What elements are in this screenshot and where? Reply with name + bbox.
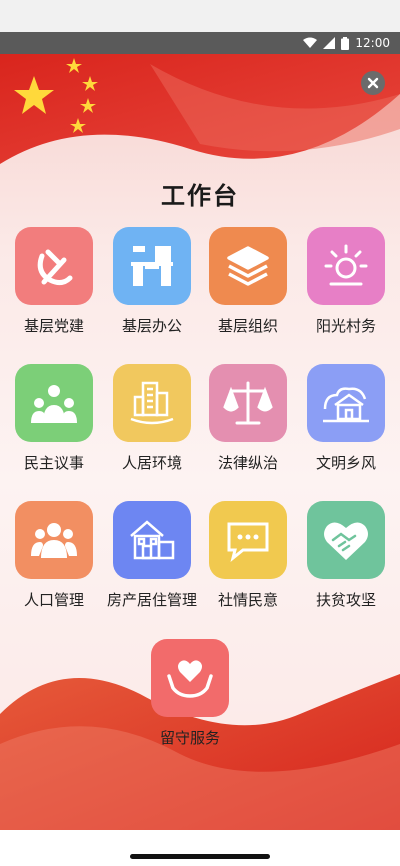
status-bar: 12:00 [0,32,400,54]
tile-label: 扶贫攻坚 [315,591,376,609]
buildings-icon [113,364,191,442]
tile-label: 基层办公 [121,317,182,335]
navigation-bar [0,830,400,866]
tile-label: 民主议事 [23,454,84,472]
tile-label: 人居环境 [121,454,182,472]
tile-label: 留守服务 [159,729,220,747]
tile-label: 房产居住管理 [106,591,197,609]
office-desk-icon [113,227,191,305]
chat-bubble-icon [209,501,287,579]
tile-label: 法律纵治 [217,454,278,472]
tile-housing[interactable]: 房产居住管理 [104,501,200,610]
tile-law[interactable]: 法律纵治 [200,364,296,473]
status-time: 12:00 [355,36,390,50]
tile-poverty-alleviation[interactable]: 扶贫攻坚 [298,501,394,610]
tile-population[interactable]: 人口管理 [6,501,102,610]
heart-hands-icon [151,639,229,717]
tile-label: 文明乡风 [315,454,376,472]
tile-living-environment[interactable]: 人居环境 [104,364,200,473]
sun-icon [307,227,385,305]
tile-public-opinion[interactable]: 社情民意 [200,501,296,610]
group-meeting-icon [15,364,93,442]
handshake-heart-icon [307,501,385,579]
tile-civilization[interactable]: 文明乡风 [298,364,394,473]
tile-party-building[interactable]: 基层党建 [6,227,102,336]
wifi-icon [303,37,318,49]
battery-icon [341,36,350,50]
home-indicator[interactable] [130,854,270,859]
signal-icon [323,37,336,49]
top-blank [0,0,400,32]
party-emblem-icon [15,227,93,305]
tile-organization[interactable]: 基层组织 [200,227,296,336]
village-house-icon [307,364,385,442]
house-icon [113,501,191,579]
scales-icon [209,364,287,442]
tile-label: 人口管理 [23,591,84,609]
tile-label: 基层党建 [23,317,84,335]
flag-stars [0,54,120,144]
layers-icon [209,227,287,305]
star-icon [14,58,98,133]
people-icon [15,501,93,579]
tile-label: 基层组织 [217,317,278,335]
tile-label: 社情民意 [217,591,278,609]
close-button[interactable] [361,71,385,95]
page-title: 工作台 [161,182,239,210]
tile-office[interactable]: 基层办公 [104,227,200,336]
close-icon [367,77,379,89]
tile-democratic-discussion[interactable]: 民主议事 [6,364,102,473]
tile-village-affairs[interactable]: 阳光村务 [298,227,394,336]
tile-left-behind-service[interactable]: 留守服务 [142,639,238,748]
tile-label: 阳光村务 [315,317,376,335]
